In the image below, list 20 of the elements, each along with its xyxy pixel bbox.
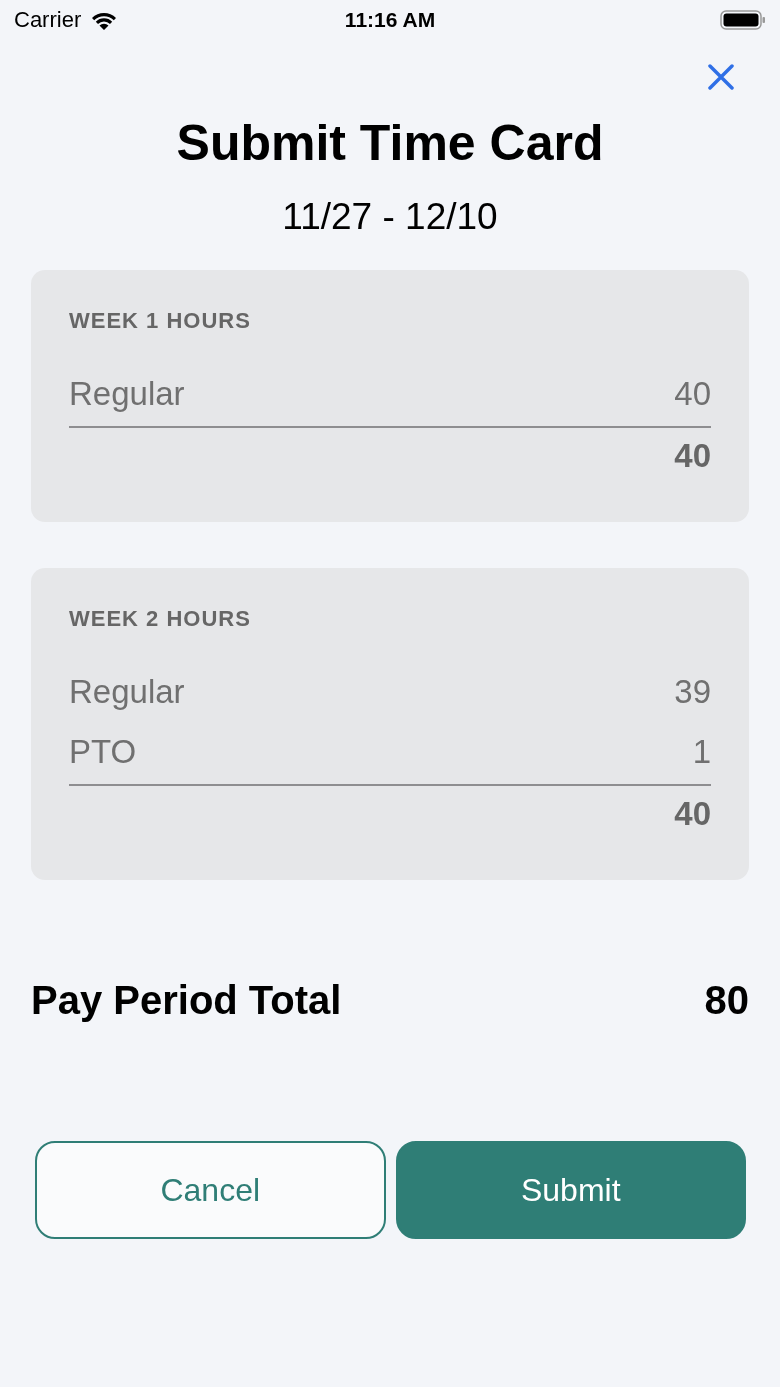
battery-icon <box>720 9 766 31</box>
hours-type: PTO <box>69 733 137 771</box>
hours-type: Regular <box>69 375 185 413</box>
close-icon <box>708 64 734 90</box>
week-total: 40 <box>673 794 711 834</box>
carrier-name: Carrier <box>14 7 82 33</box>
hours-value: 39 <box>674 673 711 711</box>
hours-type: Regular <box>69 673 185 711</box>
page-title: Submit Time Card <box>175 114 605 172</box>
cancel-button[interactable]: Cancel <box>35 1141 386 1239</box>
week-total: 40 <box>673 436 711 476</box>
hours-value: 40 <box>674 375 711 413</box>
date-range: 11/27 - 12/10 <box>281 196 499 238</box>
week-heading: WEEK 1 HOURS <box>69 308 252 334</box>
week-heading: WEEK 2 HOURS <box>69 606 252 632</box>
status-time: 11:16 AM <box>344 8 436 32</box>
pay-period-label: Pay Period Total <box>31 978 342 1023</box>
submit-button[interactable]: Submit <box>395 1141 746 1239</box>
hours-value: 1 <box>692 733 711 771</box>
pay-period-value: 80 <box>704 978 749 1023</box>
